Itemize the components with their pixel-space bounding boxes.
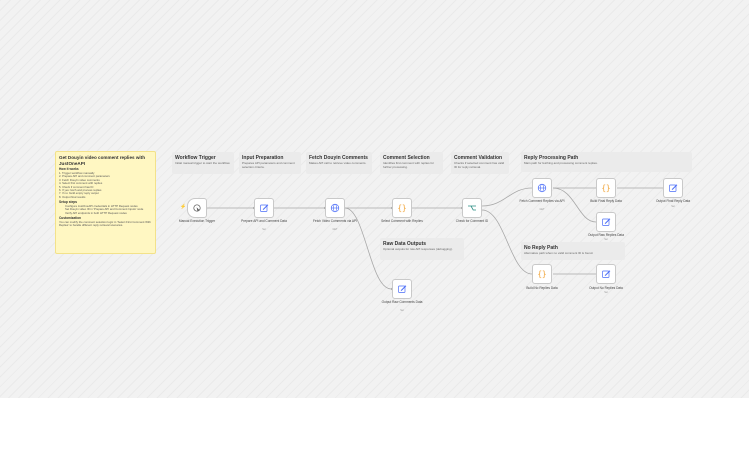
workflow-canvas[interactable]: Get Douyin video comment replies with Ju…: [0, 0, 749, 398]
sticky-fetch-douyin-comments[interactable]: Fetch Douyin Comments Makes API call to …: [306, 152, 372, 174]
label-manual-trigger: Manual Execution Trigger: [178, 219, 216, 223]
svg-text:{}: {}: [397, 204, 406, 213]
svg-text:{}: {}: [601, 184, 610, 193]
setup-step-3: Verify API endpoints in both HTTP Reques…: [65, 210, 127, 215]
sticky-desc: Checks if selected comment has valid ID …: [454, 161, 505, 169]
sub-output-raw-replies: Set: [604, 238, 608, 241]
label-build-no-replies: Build No Replies Data: [526, 286, 558, 290]
sub-output-no-replies: Set: [604, 291, 608, 294]
sub-fetch-replies: GET: [539, 208, 545, 211]
edit-icon: [398, 285, 407, 293]
customization-text: You can modify the comment selection log…: [59, 220, 151, 228]
sticky-comment-selection[interactable]: Comment Selection Identifies first comme…: [380, 152, 443, 174]
node-output-raw-comments[interactable]: [392, 279, 412, 299]
node-prepare-data[interactable]: [254, 198, 274, 218]
label-fetch-replies: Fetch Comment Replies via API: [519, 199, 565, 203]
label-output-final: Output Final Reply Data: [655, 199, 691, 203]
sticky-desc: Alternative path when no valid comment I…: [524, 251, 594, 255]
code-braces-icon: {}: [537, 270, 546, 279]
node-build-final[interactable]: {}: [596, 178, 616, 198]
code-braces-icon: {}: [601, 184, 610, 193]
globe-icon: [537, 183, 547, 193]
pointer-icon: [193, 204, 201, 212]
sticky-desc: Prepares API parameters and comment sele…: [242, 161, 295, 169]
sticky-desc: Makes API call to retrieve video comment…: [309, 161, 367, 165]
edit-icon: [602, 218, 611, 226]
sticky-raw-data-outputs[interactable]: Raw Data Outputs Optional outputs for ra…: [380, 238, 464, 260]
node-output-no-replies[interactable]: [596, 264, 616, 284]
if-branch-icon: [468, 205, 476, 211]
edit-icon: [602, 270, 611, 278]
node-check-id[interactable]: [462, 198, 482, 218]
node-select-comment[interactable]: {}: [392, 198, 412, 218]
sub-output-final: Set: [671, 205, 675, 208]
edit-icon: [669, 184, 678, 192]
label-output-raw-comments: Output Raw Comments Data: [381, 300, 423, 304]
main-sticky-note[interactable]: Get Douyin video comment replies with Ju…: [55, 151, 156, 254]
sticky-comment-validation[interactable]: Comment Validation Checks if selected co…: [451, 152, 509, 174]
node-manual-trigger[interactable]: [187, 198, 207, 218]
sticky-desc: Identifies first comment with replies fo…: [383, 161, 435, 169]
node-build-no-replies[interactable]: {}: [532, 264, 552, 284]
node-output-raw-replies[interactable]: [596, 212, 616, 232]
label-prepare-data: Prepare API and Comment Data: [241, 219, 287, 223]
edge-fetchreplies-rawreplies: [552, 187, 597, 223]
main-note-title: Get Douyin video comment replies with Ju…: [59, 155, 146, 166]
sub-prepare-data: Set: [262, 228, 266, 231]
label-fetch-comments: Fetch Video Comments via API: [312, 219, 358, 223]
sticky-reply-processing[interactable]: Reply Processing Path Main path for fetc…: [521, 152, 692, 172]
sub-output-raw-comments: Set: [400, 309, 404, 312]
node-fetch-replies[interactable]: [532, 178, 552, 198]
label-build-final: Build Final Reply Data: [590, 199, 622, 203]
edit-icon: [260, 204, 269, 212]
sticky-no-reply-path[interactable]: No Reply Path Alternative path when no v…: [521, 242, 625, 260]
page-bottom-area: [0, 398, 749, 450]
node-fetch-comments[interactable]: [325, 198, 345, 218]
sticky-desc: Optional outputs for raw API responses (…: [383, 247, 453, 251]
sub-fetch-comments: GET: [332, 228, 338, 231]
globe-icon: [330, 203, 340, 213]
label-select-comment: Select Comment with Replies: [381, 219, 423, 223]
node-output-final[interactable]: [663, 178, 683, 198]
sticky-desc: Main path for fetching and processing co…: [524, 161, 598, 165]
sticky-input-preparation[interactable]: Input Preparation Prepares API parameter…: [239, 152, 301, 174]
how-step-8: 8. Output final results: [59, 194, 86, 199]
trigger-lightning-icon: ⚡: [180, 204, 187, 210]
sticky-workflow-trigger[interactable]: Workflow Trigger Initial manual trigger …: [172, 152, 234, 174]
label-check-id: Check for Comment ID: [455, 219, 489, 223]
sticky-desc: Initial manual trigger to start the work…: [175, 161, 231, 165]
svg-text:{}: {}: [537, 270, 546, 279]
code-braces-icon: {}: [397, 204, 406, 213]
